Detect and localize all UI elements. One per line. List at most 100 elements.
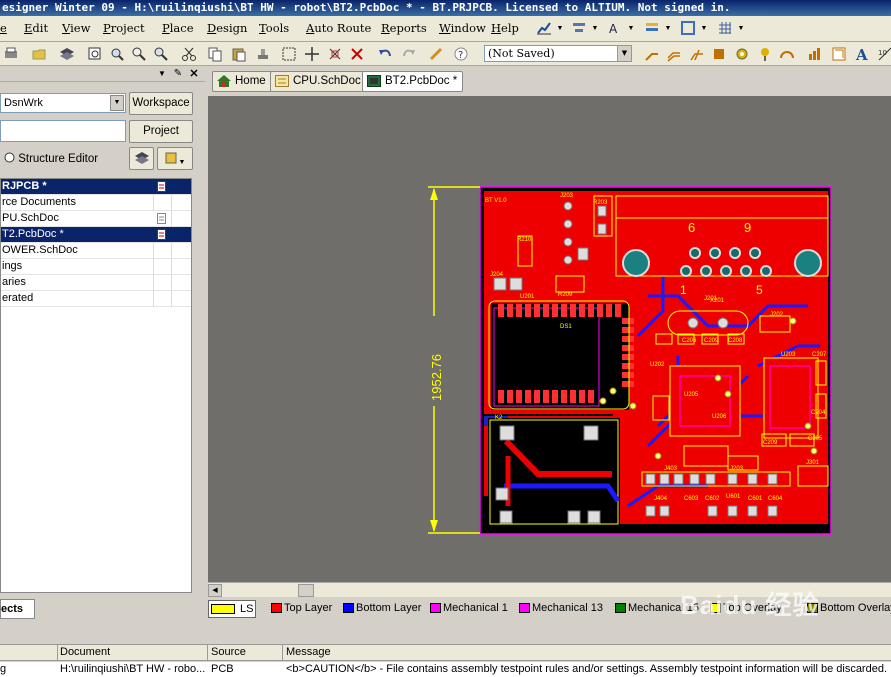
- menu-view[interactable]: View: [62, 21, 90, 35]
- zoom-filter-icon[interactable]: [152, 45, 170, 63]
- menu-design[interactable]: Design: [207, 21, 247, 35]
- chevron-down-icon[interactable]: ▼: [590, 19, 600, 37]
- layer-tab-mechanical-13[interactable]: Mechanical 13: [517, 600, 603, 618]
- copy-icon[interactable]: [206, 45, 224, 63]
- variant-combo[interactable]: (Not Saved) ▼: [484, 45, 632, 62]
- chevron-down-icon[interactable]: ▼: [663, 19, 673, 37]
- layer-tab-bottom-layer[interactable]: Bottom Layer: [341, 600, 421, 618]
- chevron-down-icon[interactable]: ▼: [626, 19, 636, 37]
- tree-row-power-schdoc[interactable]: OWER.SchDoc: [1, 243, 191, 259]
- room-icon[interactable]: [679, 19, 697, 37]
- tab-label: CPU.SchDoc: [293, 75, 361, 87]
- pencil-icon[interactable]: [427, 45, 445, 63]
- coordinate-icon[interactable]: 10: [876, 45, 891, 63]
- column-header-message[interactable]: Message: [286, 646, 331, 658]
- tree-row-libraries[interactable]: aries: [1, 275, 191, 291]
- close-icon[interactable]: ✕: [188, 66, 200, 80]
- chevron-down-icon[interactable]: ▼: [555, 19, 565, 37]
- menu-help[interactable]: Help: [491, 21, 519, 35]
- print-icon[interactable]: [2, 45, 20, 63]
- pin-icon[interactable]: ✎: [172, 66, 184, 80]
- message-row[interactable]: g H:\ruilinqiushi\BT HW - robo... PCB <b…: [0, 662, 891, 677]
- rubber-stamp-icon[interactable]: [254, 45, 272, 63]
- deselect-icon[interactable]: [348, 45, 366, 63]
- undo-icon[interactable]: [376, 45, 394, 63]
- via-icon[interactable]: [756, 45, 774, 63]
- scroll-thumb[interactable]: [298, 584, 314, 597]
- zoom-select-icon[interactable]: [130, 45, 148, 63]
- tree-row-cpu-schdoc[interactable]: PU.SchDoc: [1, 211, 191, 227]
- zoom-area-icon[interactable]: [108, 45, 126, 63]
- open-icon[interactable]: [30, 45, 48, 63]
- chart-icon[interactable]: [535, 19, 553, 37]
- polygon-pour-icon[interactable]: [806, 45, 824, 63]
- chevron-down-icon[interactable]: ▼: [617, 46, 631, 61]
- grid-icon[interactable]: [716, 19, 734, 37]
- radio-icon[interactable]: [4, 152, 15, 163]
- project-options-button[interactable]: ▼: [157, 147, 193, 170]
- chevron-down-icon[interactable]: ▼: [156, 66, 168, 80]
- route-multi-icon[interactable]: [688, 45, 706, 63]
- keepout-icon[interactable]: [830, 45, 848, 63]
- route-interactive-icon[interactable]: [643, 45, 661, 63]
- workspace-combo[interactable]: DsnWrk ▼: [0, 93, 126, 113]
- menu-edit[interactable]: Edit: [24, 21, 48, 35]
- project-field[interactable]: [0, 120, 126, 142]
- select-area-icon[interactable]: [280, 45, 298, 63]
- project-tree[interactable]: RJPCB * rce Documents PU.SchDoc T2.PcbDo…: [0, 178, 192, 593]
- layer-tab-mechanical-1[interactable]: Mechanical 1: [428, 600, 508, 618]
- chevron-down-icon[interactable]: ▼: [699, 19, 709, 37]
- scroll-left-icon[interactable]: ◀: [208, 584, 222, 597]
- window-title: esigner Winter 09 - H:\ruilinqiushi\BT H…: [2, 1, 731, 14]
- structure-editor-option[interactable]: Structure Editor: [4, 152, 98, 165]
- help-icon[interactable]: ?: [452, 45, 470, 63]
- text-tool-icon[interactable]: A: [606, 19, 624, 37]
- workspace-button[interactable]: Workspace: [129, 92, 193, 115]
- tree-row-project[interactable]: RJPCB *: [1, 179, 191, 195]
- tree-row-bt2-pcbdoc[interactable]: T2.PcbDoc *: [1, 227, 191, 243]
- projects-tab[interactable]: ects: [0, 599, 35, 619]
- pad-icon[interactable]: [733, 45, 751, 63]
- menu-file[interactable]: e: [0, 21, 7, 35]
- chevron-down-icon[interactable]: ▼: [736, 19, 746, 37]
- compile-button[interactable]: [129, 147, 154, 170]
- column-header-source[interactable]: Source: [211, 646, 246, 658]
- tree-row-source-documents[interactable]: rce Documents: [1, 195, 191, 211]
- tree-row-generated[interactable]: erated: [1, 291, 191, 307]
- connector-number: 5: [756, 283, 763, 297]
- arc-icon[interactable]: [778, 45, 796, 63]
- pcb-canvas[interactable]: 6 9 1 5 BT V1.0 J203 R203 J204 R210 R209…: [208, 96, 891, 582]
- zoom-fit-icon[interactable]: [86, 45, 104, 63]
- menu-project[interactable]: Project: [103, 21, 145, 35]
- menu-window[interactable]: Window: [439, 21, 486, 35]
- paste-icon[interactable]: [230, 45, 248, 63]
- layer-tab-top-overlay[interactable]: Top Overlay: [708, 600, 782, 618]
- menu-place[interactable]: Place: [162, 21, 194, 35]
- move-icon[interactable]: [303, 45, 321, 63]
- column-header-document[interactable]: Document: [60, 646, 110, 658]
- redo-icon[interactable]: [400, 45, 418, 63]
- tab-home[interactable]: Home: [212, 71, 272, 92]
- menu-reports[interactable]: Reports: [381, 21, 427, 35]
- layers-icon[interactable]: [58, 45, 76, 63]
- horizontal-scrollbar[interactable]: ◀: [208, 582, 891, 597]
- align-icon[interactable]: [570, 19, 588, 37]
- project-button[interactable]: Project: [129, 120, 193, 143]
- tab-cpu-schdoc[interactable]: CPU.SchDoc: [270, 71, 367, 92]
- menu-auto-route[interactable]: Auto Route: [306, 21, 371, 35]
- fill-icon[interactable]: [710, 45, 728, 63]
- layer-tab-mechanical-15[interactable]: Mechanical 15: [613, 600, 699, 618]
- layer-tab-top-layer[interactable]: Top Layer: [269, 600, 332, 618]
- cut-icon[interactable]: [180, 45, 198, 63]
- layer-stack-icon[interactable]: [643, 19, 661, 37]
- tree-row-settings[interactable]: ings: [1, 259, 191, 275]
- string-icon[interactable]: A: [854, 45, 872, 63]
- pcb-board-view[interactable]: 6 9 1 5 BT V1.0 J203 R203 J204 R210 R209…: [208, 96, 891, 582]
- tab-bt2-pcbdoc[interactable]: BT2.PcbDoc *: [362, 71, 464, 92]
- chevron-down-icon[interactable]: ▼: [110, 95, 124, 111]
- move-selection-icon[interactable]: [326, 45, 344, 63]
- route-diff-icon[interactable]: [665, 45, 683, 63]
- menu-tools[interactable]: Tools: [259, 21, 289, 35]
- layer-tab-ls[interactable]: LS: [208, 600, 256, 618]
- layer-tab-bottom-overlay[interactable]: Bottom Overlay: [805, 600, 891, 618]
